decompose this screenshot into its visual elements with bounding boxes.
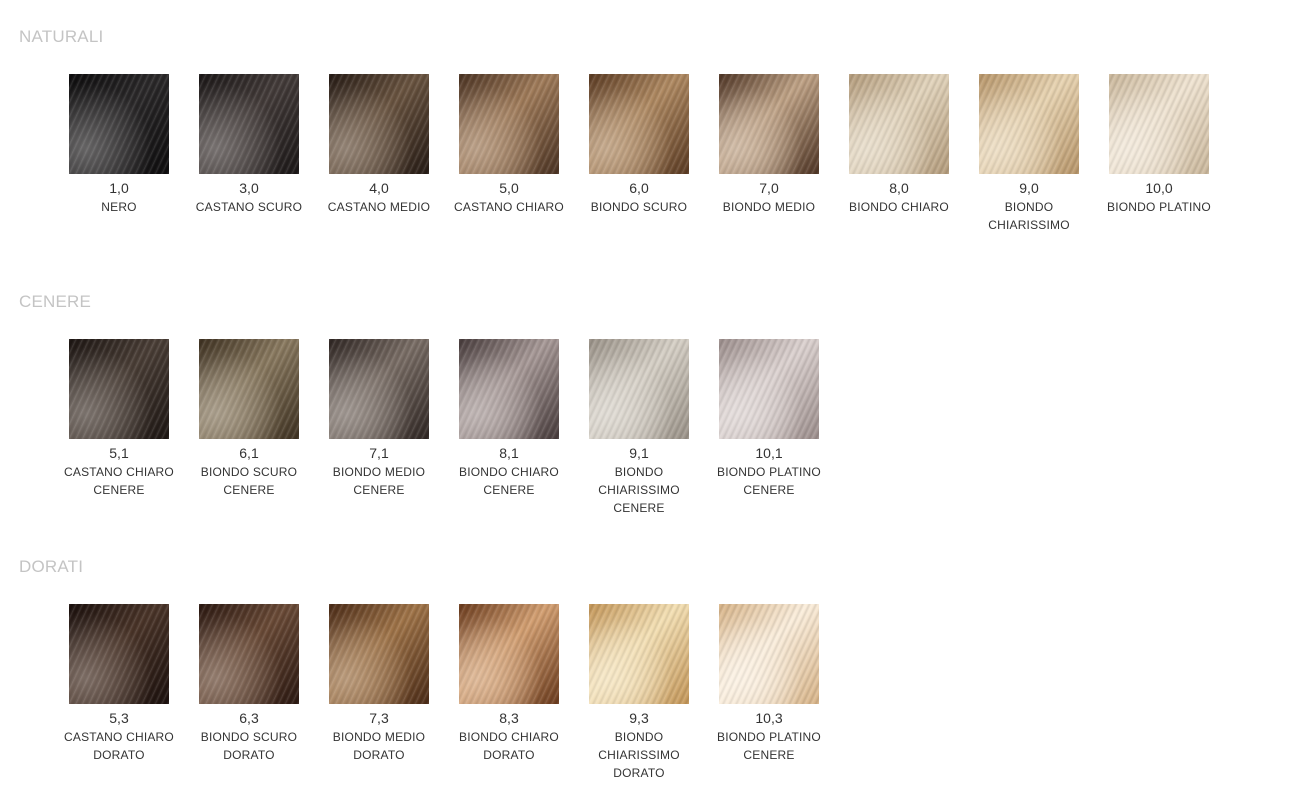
hair-color-sample[interactable] — [199, 339, 299, 439]
shade-code: 9,1 — [629, 445, 649, 461]
shade-name: BIONDO CHIARO CENERE — [459, 465, 559, 497]
color-swatch[interactable]: 6,1 BIONDO SCURO CENERE — [184, 339, 314, 517]
shade-name: BIONDO PLATINO CENERE — [717, 465, 821, 497]
hair-color-sample[interactable] — [459, 339, 559, 439]
shade-code: 8,1 — [499, 445, 519, 461]
shade-name: CASTANO CHIARO — [454, 200, 564, 214]
shade-name: CASTANO SCURO — [195, 200, 303, 214]
shade-code: 5,1 — [109, 445, 129, 461]
shade-name: CASTANO MEDIO — [327, 200, 431, 214]
shade-code: 6,3 — [239, 710, 259, 726]
shade-name: BIONDO SCURO DORATO — [200, 730, 298, 762]
hair-color-sample[interactable] — [719, 604, 819, 704]
shade-code: 7,1 — [369, 445, 389, 461]
shade-name: BIONDO SCURO — [590, 200, 688, 214]
shade-name: BIONDO PLATINO — [1107, 200, 1211, 214]
shade-code: 6,0 — [629, 180, 649, 196]
shade-code: 7,3 — [369, 710, 389, 726]
hair-color-sample[interactable] — [69, 604, 169, 704]
swatch-list: 5,1 CASTANO CHIARO CENERE 6,1 BIONDO SCURO … — [54, 339, 834, 517]
section-title: DORATI — [19, 557, 84, 576]
color-swatch[interactable]: 5,3 CASTANO CHIARO DORATO — [54, 604, 184, 782]
color-swatch[interactable]: 6,3 BIONDO SCURO DORATO — [184, 604, 314, 782]
shade-name: CASTANO CHIARO CENERE — [64, 465, 174, 497]
shade-code: 10,1 — [755, 445, 783, 461]
color-swatch[interactable]: 3,0 CASTANO SCURO — [184, 74, 314, 234]
shade-name: NERO — [101, 200, 137, 214]
color-swatch[interactable]: 6,0 BIONDO SCURO — [574, 74, 704, 234]
shade-name: BIONDO CHIARISSIMO DORATO — [598, 730, 680, 780]
hair-color-sample[interactable] — [199, 74, 299, 174]
hair-color-sample[interactable] — [69, 74, 169, 174]
shade-name: BIONDO CHIARISSIMO CENERE — [598, 465, 680, 515]
hair-color-sample[interactable] — [719, 74, 819, 174]
color-swatch[interactable]: 5,0 CASTANO CHIARO — [444, 74, 574, 234]
color-swatch[interactable]: 7,0 BIONDO MEDIO — [704, 74, 834, 234]
shade-code: 8,0 — [889, 180, 909, 196]
shade-code: 5,0 — [499, 180, 519, 196]
color-swatch[interactable]: 1,0 NERO — [54, 74, 184, 234]
color-swatch[interactable]: 8,3 BIONDO CHIARO DORATO — [444, 604, 574, 782]
shade-code: 3,0 — [239, 180, 259, 196]
hair-color-sample[interactable] — [589, 339, 689, 439]
color-swatch[interactable]: 7,3 BIONDO MEDIO DORATO — [314, 604, 444, 782]
hair-color-sample[interactable] — [1109, 74, 1209, 174]
hair-color-sample[interactable] — [329, 604, 429, 704]
hair-color-sample[interactable] — [69, 339, 169, 439]
shade-code: 8,3 — [499, 710, 519, 726]
section-title: NATURALI — [19, 27, 104, 46]
color-swatch[interactable]: 5,1 CASTANO CHIARO CENERE — [54, 339, 184, 517]
shade-name: BIONDO SCURO CENERE — [200, 465, 298, 497]
color-swatch[interactable]: 9,3 BIONDO CHIARISSIMO DORATO — [574, 604, 704, 782]
shade-name: BIONDO MEDIO CENERE — [332, 465, 426, 497]
shade-code: 6,1 — [239, 445, 259, 461]
hair-color-sample[interactable] — [979, 74, 1079, 174]
shade-name: BIONDO CHIARO — [849, 200, 949, 214]
section-title: CENERE — [19, 292, 92, 311]
hair-color-sample[interactable] — [589, 604, 689, 704]
color-swatch[interactable]: 10,1 BIONDO PLATINO CENERE — [704, 339, 834, 517]
color-swatch[interactable]: 7,1 BIONDO MEDIO CENERE — [314, 339, 444, 517]
shade-name: CASTANO CHIARO DORATO — [64, 730, 174, 762]
hair-color-sample[interactable] — [459, 604, 559, 704]
shade-code: 1,0 — [109, 180, 129, 196]
hair-color-sample[interactable] — [199, 604, 299, 704]
color-swatch[interactable]: 8,1 BIONDO CHIARO CENERE — [444, 339, 574, 517]
hair-color-sample[interactable] — [719, 339, 819, 439]
shade-code: 9,3 — [629, 710, 649, 726]
shade-name: BIONDO MEDIO — [722, 200, 816, 214]
hair-color-sample[interactable] — [329, 74, 429, 174]
color-swatch[interactable]: 10,3 BIONDO PLATINO CENERE — [704, 604, 834, 782]
swatch-list: 5,3 CASTANO CHIARO DORATO 6,3 BIONDO SCURO … — [54, 604, 834, 782]
shade-name: BIONDO PLATINO CENERE — [717, 730, 821, 762]
shade-code: 9,0 — [1019, 180, 1039, 196]
hair-color-sample[interactable] — [459, 74, 559, 174]
color-swatch[interactable]: 10,0 BIONDO PLATINO — [1094, 74, 1224, 234]
color-swatch[interactable]: 9,1 BIONDO CHIARISSIMO CENERE — [574, 339, 704, 517]
hair-color-sample[interactable] — [849, 74, 949, 174]
shade-code: 10,0 — [1145, 180, 1173, 196]
hair-color-sample[interactable] — [329, 339, 429, 439]
swatch-list: 1,0 NERO 3,0 CASTANO SCURO 4,0 CASTANO MEDIO 5… — [54, 74, 1224, 234]
shade-code: 4,0 — [369, 180, 389, 196]
hair-color-sample[interactable] — [589, 74, 689, 174]
color-swatch[interactable]: 4,0 CASTANO MEDIO — [314, 74, 444, 234]
shade-name: BIONDO MEDIO DORATO — [332, 730, 426, 762]
shade-code: 5,3 — [109, 710, 129, 726]
shade-code: 10,3 — [755, 710, 783, 726]
shade-code: 7,0 — [759, 180, 779, 196]
shade-name: BIONDO CHIARO DORATO — [459, 730, 559, 762]
shade-name: BIONDO CHIARISSIMO — [988, 200, 1070, 232]
color-swatch[interactable]: 9,0 BIONDO CHIARISSIMO — [964, 74, 1094, 234]
color-swatch[interactable]: 8,0 BIONDO CHIARO — [834, 74, 964, 234]
